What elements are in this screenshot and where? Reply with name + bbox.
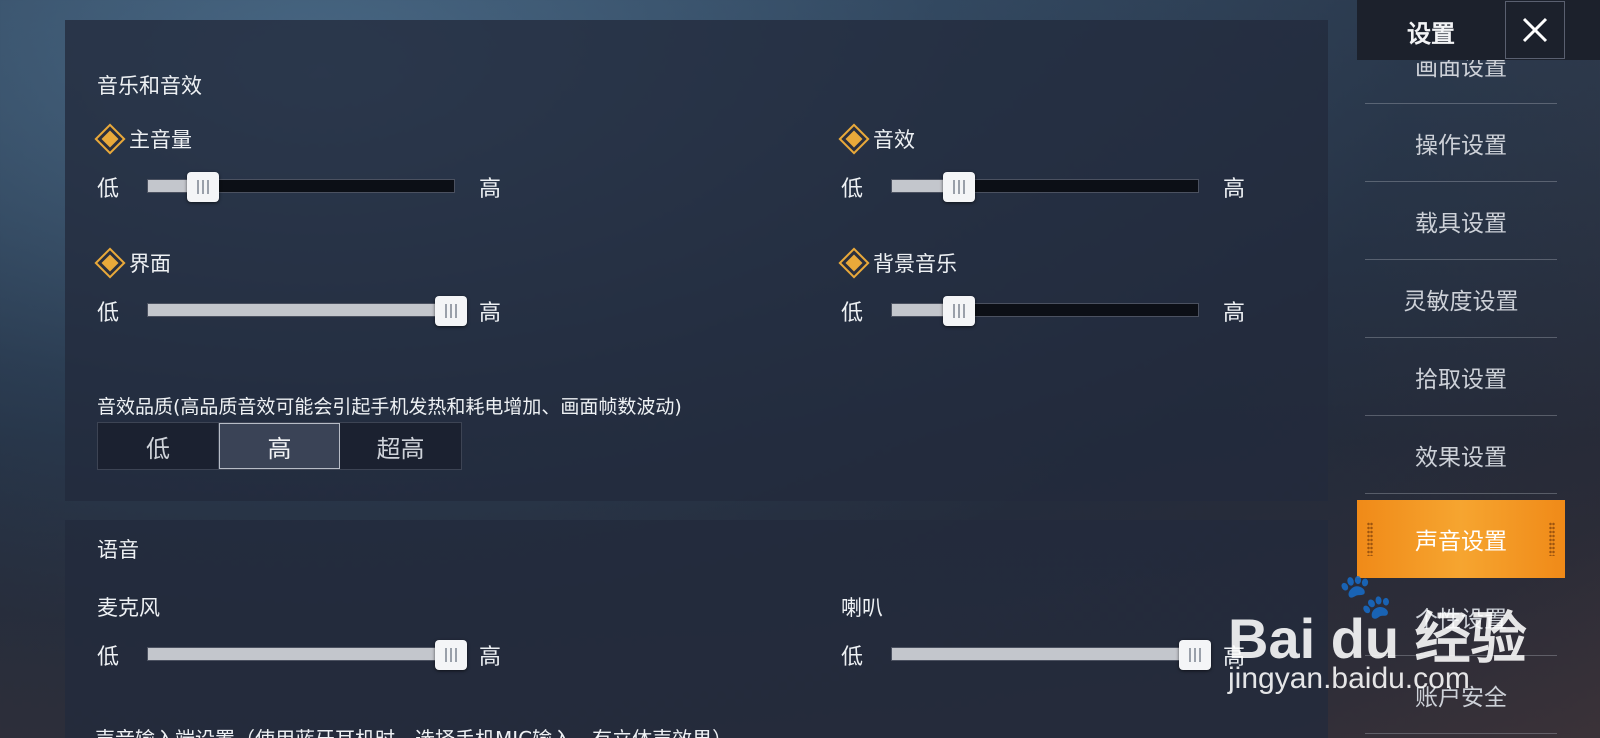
sfx-thumb[interactable] bbox=[943, 172, 976, 202]
low-label: 低 bbox=[97, 177, 120, 202]
low-label: 低 bbox=[841, 177, 864, 202]
section-title-voice: 语音 bbox=[97, 538, 139, 562]
high-label: 高 bbox=[1223, 301, 1246, 326]
mic-track[interactable] bbox=[147, 640, 467, 670]
bgm-track[interactable] bbox=[891, 296, 1199, 326]
close-icon bbox=[1522, 17, 1548, 43]
voice-input-setting-label: 声音输入端设置（使用蓝牙耳机时，选择手机MIC输入，有立体声效果） bbox=[95, 723, 732, 738]
music-and-sfx-panel: 音乐和音效 主音量 低 高 音效 低 高 界面 低 高 背景音乐 低 高 音效品… bbox=[65, 20, 1328, 501]
high-label: 高 bbox=[479, 645, 502, 670]
toggle-diamond-icon[interactable] bbox=[838, 123, 870, 155]
sidebar-item-pickup[interactable]: 拾取设置 bbox=[1365, 338, 1557, 416]
high-label: 高 bbox=[1223, 177, 1246, 202]
settings-title: 设置 bbox=[1407, 20, 1455, 48]
sidebar-item-vehicle[interactable]: 载具设置 bbox=[1365, 182, 1557, 260]
sidebar-item-effects[interactable]: 效果设置 bbox=[1365, 416, 1557, 494]
mic-slider-group: 麦克风 低 高 bbox=[97, 592, 517, 682]
sfx-slider-group: 音效 低 高 bbox=[838, 123, 1261, 214]
ui-slider-group: 界面 低 高 bbox=[94, 247, 517, 338]
high-label: 高 bbox=[479, 301, 502, 326]
low-label: 低 bbox=[841, 301, 864, 326]
grip-left-icon bbox=[1367, 522, 1373, 556]
grip-right-icon bbox=[1549, 522, 1555, 556]
bgm-thumb[interactable] bbox=[943, 296, 976, 326]
quality-high-button[interactable]: 高 bbox=[219, 423, 340, 469]
sidebar-item-sound[interactable]: 声音设置 bbox=[1357, 500, 1565, 578]
toggle-diamond-icon[interactable] bbox=[838, 247, 870, 279]
toggle-diamond-icon[interactable] bbox=[94, 123, 126, 155]
quality-ultra-button[interactable]: 超高 bbox=[340, 423, 461, 469]
sfx-track[interactable] bbox=[891, 172, 1199, 202]
sidebar-item-controls[interactable]: 操作设置 bbox=[1365, 104, 1557, 182]
close-button[interactable] bbox=[1505, 1, 1565, 59]
mic-label: 麦克风 bbox=[97, 596, 160, 620]
watermark-url: jingyan.baidu.com bbox=[1228, 662, 1470, 695]
section-title-music: 音乐和音效 bbox=[97, 74, 202, 98]
ui-track[interactable] bbox=[147, 296, 467, 326]
speaker-thumb[interactable] bbox=[1178, 640, 1211, 670]
mic-thumb[interactable] bbox=[434, 640, 467, 670]
sidebar-header: 设置 bbox=[1357, 0, 1600, 60]
baidu-jingyan-watermark: 🐾 Bai du 经验 jingyan.baidu.com bbox=[1228, 570, 1528, 710]
ui-label: 界面 bbox=[129, 252, 171, 276]
ui-thumb[interactable] bbox=[434, 296, 467, 326]
speaker-label: 喇叭 bbox=[841, 596, 883, 620]
bgm-label: 背景音乐 bbox=[873, 252, 957, 276]
toggle-diamond-icon[interactable] bbox=[94, 247, 126, 279]
master-volume-thumb[interactable] bbox=[187, 172, 220, 202]
voice-panel: 语音 麦克风 低 高 喇叭 低 高 声音输入端设置（使用蓝牙耳机时，选择手机MI… bbox=[65, 520, 1328, 738]
master-volume-label: 主音量 bbox=[129, 128, 192, 152]
sidebar-item-sensitivity[interactable]: 灵敏度设置 bbox=[1365, 260, 1557, 338]
quality-low-button[interactable]: 低 bbox=[98, 423, 219, 469]
speaker-track[interactable] bbox=[891, 640, 1211, 670]
bgm-slider-group: 背景音乐 低 高 bbox=[838, 247, 1261, 338]
speaker-slider-group: 喇叭 低 高 bbox=[841, 592, 1261, 682]
high-label: 高 bbox=[479, 177, 502, 202]
low-label: 低 bbox=[97, 645, 120, 670]
master-volume-slider-group: 主音量 低 高 bbox=[94, 123, 517, 214]
master-volume-track[interactable] bbox=[147, 172, 455, 202]
audio-quality-selector: 低 高 超高 bbox=[97, 422, 462, 470]
sidebar-item-sound-label: 声音设置 bbox=[1415, 529, 1507, 555]
audio-quality-note: 音效品质(高品质音效可能会引起手机发热和耗电增加、画面帧数波动) bbox=[97, 396, 682, 418]
low-label: 低 bbox=[841, 645, 864, 670]
sfx-label: 音效 bbox=[873, 128, 915, 152]
low-label: 低 bbox=[97, 301, 120, 326]
